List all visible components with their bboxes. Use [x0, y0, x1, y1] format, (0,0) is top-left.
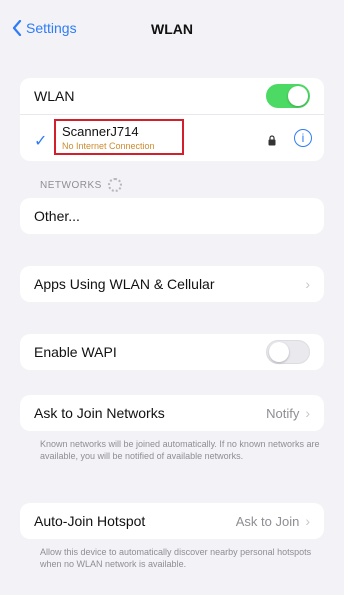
chevron-right-icon: › [305, 405, 310, 421]
networks-section-header: NETWORKS [40, 178, 122, 192]
navigation-bar: Settings WLAN [0, 18, 344, 44]
apps-using-row[interactable]: Apps Using WLAN & Cellular › [20, 266, 324, 302]
wlan-toggle[interactable] [266, 84, 310, 108]
info-icon[interactable]: i [294, 129, 312, 147]
ask-to-join-group: Ask to Join Networks Notify › [20, 395, 324, 431]
wlan-settings-screen: Settings WLAN WLAN ✓ ScannerJ714 No Inte… [0, 0, 344, 595]
wapi-row: Enable WAPI [20, 334, 324, 370]
wlan-label: WLAN [34, 88, 75, 104]
auto-join-row[interactable]: Auto-Join Hotspot Ask to Join › [20, 503, 324, 539]
other-network-row[interactable]: Other... [20, 198, 324, 234]
auto-join-group: Auto-Join Hotspot Ask to Join › [20, 503, 324, 539]
auto-join-note: Allow this device to automatically disco… [40, 547, 312, 569]
wlan-group: WLAN ✓ ScannerJ714 No Internet Connectio… [20, 78, 324, 161]
checkmark-icon: ✓ [34, 133, 48, 150]
networks-group: Other... [20, 198, 324, 234]
ask-to-join-value: Notify [266, 405, 300, 421]
other-network-label: Other... [34, 208, 80, 224]
wapi-label: Enable WAPI [34, 344, 117, 360]
current-network-row[interactable]: ✓ ScannerJ714 No Internet Connection i [20, 114, 324, 161]
chevron-right-icon: › [305, 513, 310, 529]
chevron-right-icon: › [305, 276, 310, 292]
toggle-knob [269, 342, 289, 362]
network-highlight-box: ScannerJ714 No Internet Connection [54, 119, 184, 155]
networks-header-label: NETWORKS [40, 179, 102, 191]
page-title: WLAN [151, 21, 193, 37]
wapi-group: Enable WAPI [20, 334, 324, 370]
wlan-toggle-row: WLAN [20, 78, 324, 114]
auto-join-value: Ask to Join [235, 513, 300, 529]
ask-to-join-label: Ask to Join Networks [34, 405, 165, 421]
loading-spinner-icon [107, 178, 122, 192]
ask-to-join-row[interactable]: Ask to Join Networks Notify › [20, 395, 324, 431]
lock-icon [268, 133, 276, 149]
auto-join-label: Auto-Join Hotspot [34, 513, 146, 529]
toggle-knob [288, 86, 308, 106]
network-status: No Internet Connection [62, 141, 155, 151]
wapi-toggle[interactable] [266, 340, 310, 364]
apps-using-label: Apps Using WLAN & Cellular [34, 276, 215, 292]
network-name: ScannerJ714 [62, 124, 139, 139]
ask-to-join-note: Known networks will be joined automatica… [40, 439, 320, 461]
apps-using-group: Apps Using WLAN & Cellular › [20, 266, 324, 302]
